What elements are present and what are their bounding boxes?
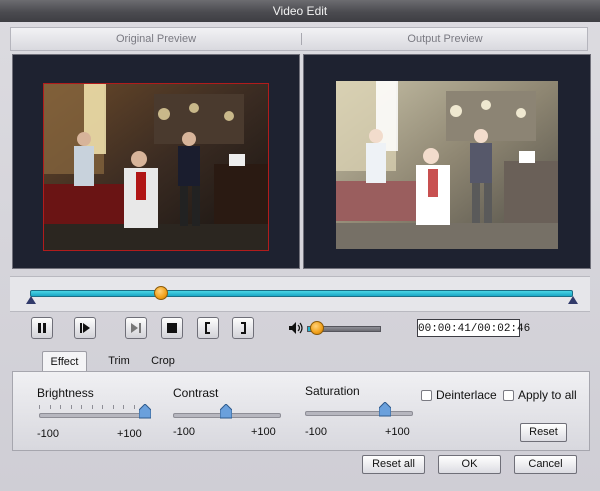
stop-icon: [167, 323, 177, 333]
set-start-button[interactable]: [197, 317, 219, 339]
playback-controls: 00:00:41/00:02:46: [10, 313, 590, 347]
deinterlace-label: Deinterlace: [436, 388, 497, 402]
window-title: Video Edit: [0, 0, 600, 22]
output-video-frame: [336, 81, 558, 249]
saturation-slider[interactable]: [305, 411, 413, 416]
stop-button[interactable]: [161, 317, 183, 339]
apply-to-all-checkbox[interactable]: [503, 390, 514, 401]
set-end-button[interactable]: [232, 317, 254, 339]
right-bracket-icon: [241, 322, 246, 334]
contrast-label: Contrast: [173, 386, 219, 400]
seek-knob[interactable]: [153, 286, 168, 300]
trim-start-marker[interactable]: [26, 296, 36, 304]
reset-all-button[interactable]: Reset all: [362, 455, 425, 474]
cancel-button[interactable]: Cancel: [514, 455, 577, 474]
tab-effect[interactable]: Effect: [42, 351, 87, 371]
time-display: 00:00:41/00:02:46: [417, 319, 530, 337]
volume-knob[interactable]: [310, 321, 325, 335]
saturation-max: +100: [385, 426, 410, 438]
brightness-ticks: [39, 405, 145, 409]
original-video-frame: [43, 83, 269, 251]
saturation-label: Saturation: [305, 384, 360, 398]
brightness-max: +100: [117, 428, 142, 440]
seek-track[interactable]: [30, 290, 573, 297]
video-edit-window: Video Edit Original Preview Output Previ…: [0, 0, 600, 491]
original-video-image: [44, 84, 268, 250]
saturation-min: -100: [305, 426, 328, 438]
output-preview-panel: [303, 54, 591, 269]
brightness-label: Brightness: [37, 386, 94, 400]
output-video-image: [336, 81, 558, 249]
tab-trim[interactable]: Trim: [102, 351, 136, 371]
brightness-slider[interactable]: [39, 413, 147, 418]
apply-to-all-label: Apply to all: [518, 388, 577, 402]
pause-icon: [38, 323, 46, 333]
preview-header-bar: Original Preview Output Preview: [10, 27, 588, 51]
saturation-thumb[interactable]: [378, 402, 391, 417]
tab-crop[interactable]: Crop: [148, 351, 178, 371]
play-step-icon: [80, 323, 90, 333]
output-preview-label: Output Preview: [407, 33, 483, 45]
brightness-min: -100: [37, 428, 60, 440]
deinterlace-checkbox[interactable]: [421, 390, 432, 401]
next-frame-button[interactable]: [125, 317, 147, 339]
next-frame-icon: [131, 323, 141, 333]
brightness-thumb[interactable]: [139, 404, 151, 419]
pause-button[interactable]: [31, 317, 53, 339]
trim-end-marker[interactable]: [568, 296, 578, 304]
contrast-max: +100: [251, 426, 276, 438]
step-forward-button[interactable]: [74, 317, 96, 339]
effect-pane: Brightness -100 +100 Contrast -100 +100 …: [12, 371, 590, 451]
contrast-min: -100: [173, 426, 196, 438]
contrast-thumb[interactable]: [220, 404, 232, 419]
original-preview-panel: [12, 54, 300, 269]
reset-button[interactable]: Reset: [520, 423, 567, 442]
original-preview-label: Original Preview: [115, 33, 197, 45]
left-bracket-icon: [205, 322, 210, 334]
ok-button[interactable]: OK: [438, 455, 501, 474]
seek-bar-area: [10, 276, 590, 312]
speaker-icon[interactable]: [288, 321, 304, 335]
